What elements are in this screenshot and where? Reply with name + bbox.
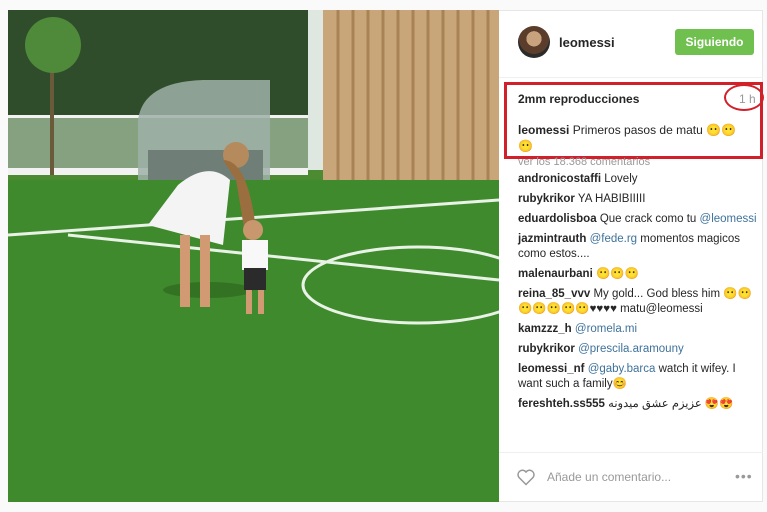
comment-username[interactable]: rubykrikor [518, 343, 575, 355]
comment: fereshteh.ss555 عزيزم عشق ميدونه 😍😍 [518, 397, 758, 412]
comment: kamzzz_h @romela.mi [518, 322, 758, 337]
comment-mention[interactable]: @fede.rg [590, 233, 637, 245]
add-comment-input[interactable]: Añade un comentario... [547, 470, 671, 484]
comment: rubykrikor YA HABIBIIIII [518, 192, 758, 207]
comment: malenaurbani 😶😶😶 [518, 267, 758, 282]
heart-icon[interactable] [516, 467, 536, 487]
post-header: leomessi Siguiendo [499, 10, 763, 78]
comment-mention[interactable]: @romela.mi [575, 323, 637, 335]
comment-mention[interactable]: @prescila.aramouny [578, 343, 684, 355]
comment: rubykrikor @prescila.aramouny [518, 342, 758, 357]
username[interactable]: leomessi [559, 35, 615, 50]
comment-username[interactable]: eduardolisboa [518, 213, 597, 225]
comment-mention[interactable]: @gaby.barca [588, 363, 656, 375]
load-more-comments[interactable]: ver los 18.368 comentarios [518, 156, 758, 168]
caption: leomessi Primeros pasos de matu 😶😶😶 [518, 122, 748, 154]
comment: andronicostaffi Lovely [518, 172, 758, 187]
video-scene [8, 10, 499, 502]
avatar[interactable] [518, 26, 550, 58]
comment-username[interactable]: andronicostaffi [518, 173, 601, 185]
comment: leomessi_nf @gaby.barca watch it wifey. … [518, 362, 758, 392]
comments-list: ver los 18.368 comentarios andronicostaf… [518, 156, 758, 417]
post-video[interactable] [8, 10, 499, 502]
comment-username[interactable]: jazmintrauth [518, 233, 586, 245]
comment: jazmintrauth @fede.rg momentos magicos c… [518, 232, 758, 262]
comment-text: YA HABIBIIIII [577, 193, 646, 205]
comment-username[interactable]: kamzzz_h [518, 323, 572, 335]
comment: eduardolisboa Que crack como tu @leomess… [518, 212, 758, 227]
post-time[interactable]: 1 h [739, 92, 756, 106]
comment: reina_85_vvv My gold... God bless him 😶😶… [518, 287, 758, 317]
caption-username[interactable]: leomessi [518, 123, 569, 137]
comment-username[interactable]: reina_85_vvv [518, 288, 590, 300]
comment-text: Que crack como tu [599, 213, 697, 225]
comment-username[interactable]: rubykrikor [518, 193, 575, 205]
comment-username[interactable]: malenaurbani [518, 268, 593, 280]
comment-text: Lovely [604, 173, 638, 185]
comment-text: عزيزم عشق ميدونه 😍😍 [608, 398, 734, 410]
comment-username[interactable]: fereshteh.ss555 [518, 398, 605, 410]
following-button[interactable]: Siguiendo [675, 29, 754, 55]
comment-footer: Añade un comentario... ••• [499, 452, 763, 502]
views-count: 2mm reproducciones [518, 92, 640, 106]
more-options-icon[interactable]: ••• [735, 468, 753, 484]
comment-text: 😶😶😶 [595, 268, 639, 280]
comment-username[interactable]: leomessi_nf [518, 363, 584, 375]
comment-mention[interactable]: @leomessi [700, 213, 757, 225]
post-details-panel: leomessi Siguiendo 2mm reproducciones 1 … [499, 10, 764, 502]
